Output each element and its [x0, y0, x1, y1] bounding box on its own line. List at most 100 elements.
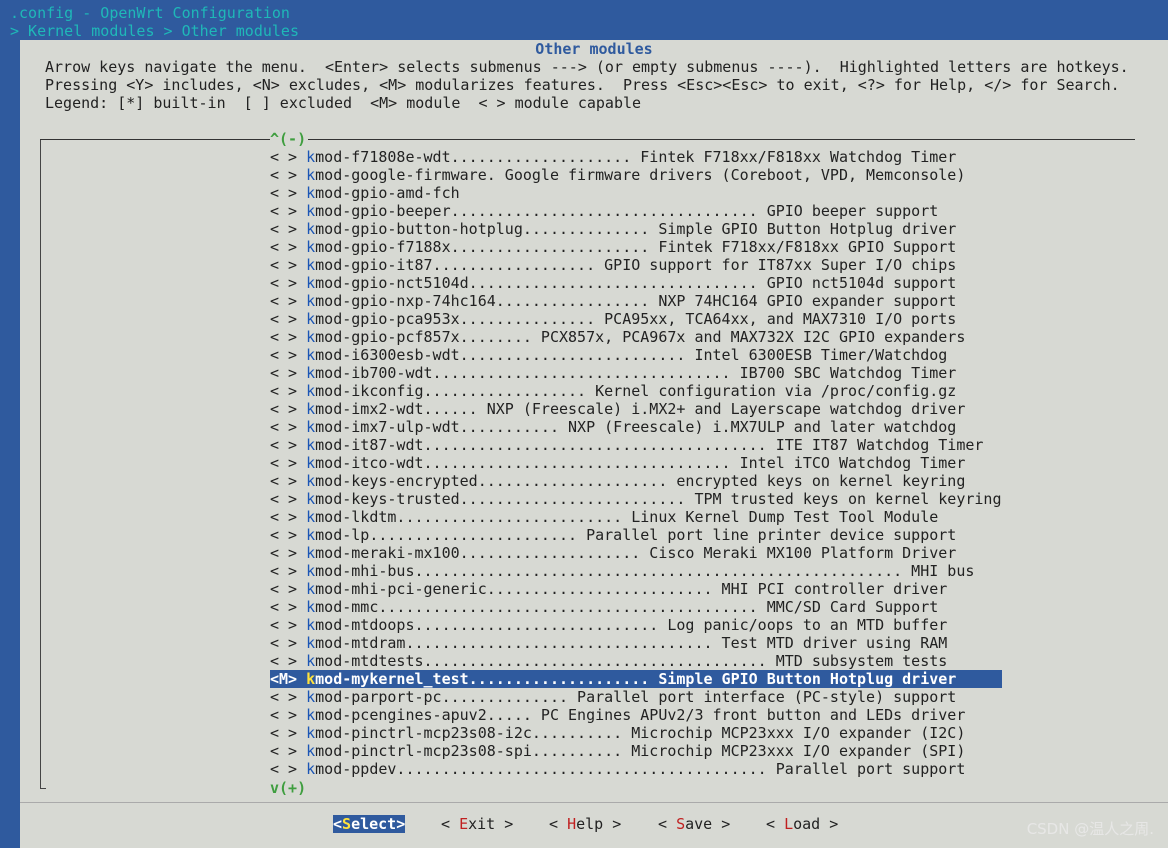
help-button[interactable]: < Help > [549, 815, 621, 833]
config-dialog: Other modules Arrow keys navigate the me… [20, 40, 1168, 848]
menu-item-label: mod-gpio-button-hotplug.............. Si… [315, 220, 957, 238]
module-state[interactable]: < > [270, 490, 297, 508]
menu-item-label: mod-keys-encrypted..................... … [315, 472, 966, 490]
menu-item-label: mod-it87-wdt............................… [315, 436, 984, 454]
menu-item[interactable]: < > kmod-gpio-it87.................. GPI… [270, 256, 1002, 274]
exit-button[interactable]: < Exit > [441, 815, 513, 833]
menu-item[interactable]: < > kmod-mtdram.........................… [270, 634, 1002, 652]
module-state[interactable]: < > [270, 688, 297, 706]
menu-item[interactable]: < > kmod-i6300esb-wdt...................… [270, 346, 1002, 364]
module-state[interactable]: < > [270, 652, 297, 670]
module-state[interactable]: <M> [270, 670, 297, 688]
module-state[interactable]: < > [270, 436, 297, 454]
module-state[interactable]: < > [270, 256, 297, 274]
menu-item[interactable]: < > kmod-pinctrl-mcp23s08-spi.......... … [270, 742, 1002, 760]
menu-item-label: mod-gpio-nxp-74hc164................. NX… [315, 292, 957, 310]
module-state[interactable]: < > [270, 274, 297, 292]
menu-item[interactable]: < > kmod-itco-wdt.......................… [270, 454, 1002, 472]
module-state[interactable]: < > [270, 328, 297, 346]
menu-item[interactable]: < > kmod-ib700-wdt......................… [270, 364, 1002, 382]
module-state[interactable]: < > [270, 724, 297, 742]
module-state[interactable]: < > [270, 760, 297, 778]
menu-item[interactable]: < > kmod-mhi-bus........................… [270, 562, 1002, 580]
menu-item-label: mod-mtdoops........................... L… [315, 616, 948, 634]
menu-item[interactable]: < > kmod-parport-pc.............. Parall… [270, 688, 1002, 706]
save-button[interactable]: < Save > [658, 815, 730, 833]
scroll-down-indicator[interactable]: v(+) [270, 779, 306, 797]
module-state[interactable]: < > [270, 292, 297, 310]
menu-item[interactable]: < > kmod-mtdtests.......................… [270, 652, 1002, 670]
module-state[interactable]: < > [270, 400, 297, 418]
menu-item[interactable]: < > kmod-it87-wdt.......................… [270, 436, 1002, 454]
menu-item[interactable]: < > kmod-gpio-button-hotplug............… [270, 220, 1002, 238]
hotkey-letter: k [306, 238, 316, 256]
menu-item[interactable]: < > kmod-gpio-nxp-74hc164...............… [270, 292, 1002, 310]
menu-item[interactable]: < > kmod-mmc............................… [270, 598, 1002, 616]
window-title: .config - OpenWrt Configuration [10, 4, 290, 22]
module-state[interactable]: < > [270, 418, 297, 436]
module-state[interactable]: < > [270, 598, 297, 616]
menu-item[interactable]: < > kmod-imx7-ulp-wdt........... NXP (Fr… [270, 418, 1002, 436]
module-state[interactable]: < > [270, 562, 297, 580]
dialog-title: Other modules [535, 40, 653, 58]
load-button[interactable]: < Load > [766, 815, 838, 833]
menu-item-label: mod-gpio-f7188x...................... Fi… [315, 238, 957, 256]
menu-item-label: mod-ib700-wdt...........................… [315, 364, 957, 382]
menu-item[interactable]: < > kmod-google-firmware. Google firmwar… [270, 166, 1002, 184]
menu-item[interactable]: < > kmod-f71808e-wdt....................… [270, 148, 1002, 166]
menu-list[interactable]: < > kmod-f71808e-wdt....................… [270, 148, 1002, 778]
menu-item[interactable]: < > kmod-meraki-mx100...................… [270, 544, 1002, 562]
menu-item[interactable]: < > kmod-pcengines-apuv2..... PC Engines… [270, 706, 1002, 724]
menu-item[interactable]: < > kmod-mhi-pci-generic................… [270, 580, 1002, 598]
hotkey-letter: k [306, 598, 316, 616]
menu-item[interactable]: < > kmod-keys-trusted...................… [270, 490, 1002, 508]
module-state[interactable]: < > [270, 706, 297, 724]
menu-item[interactable]: < > kmod-lkdtm......................... … [270, 508, 1002, 526]
module-state[interactable]: < > [270, 508, 297, 526]
menu-item[interactable]: < > kmod-gpio-f7188x....................… [270, 238, 1002, 256]
hotkey-letter: k [306, 580, 316, 598]
menu-item[interactable]: < > kmod-gpio-amd-fch [270, 184, 1002, 202]
menu-item-label: mod-gpio-it87.................. GPIO sup… [315, 256, 957, 274]
module-state[interactable]: < > [270, 580, 297, 598]
menu-item[interactable]: < > kmod-ppdev..........................… [270, 760, 1002, 778]
module-state[interactable]: < > [270, 634, 297, 652]
menu-item[interactable]: < > kmod-imx2-wdt...... NXP (Freescale) … [270, 400, 1002, 418]
menu-item-label: mod-gpio-pca953x............... PCA95xx,… [315, 310, 957, 328]
module-state[interactable]: < > [270, 148, 297, 166]
module-state[interactable]: < > [270, 526, 297, 544]
menu-item[interactable]: < > kmod-gpio-nct5104d..................… [270, 274, 1002, 292]
menu-item[interactable]: < > kmod-mtdoops........................… [270, 616, 1002, 634]
menu-item[interactable]: < > kmod-gpio-beeper....................… [270, 202, 1002, 220]
menu-item[interactable]: < > kmod-gpio-pcf857x........ PCX857x, P… [270, 328, 1002, 346]
module-state[interactable]: < > [270, 616, 297, 634]
module-state[interactable]: < > [270, 166, 297, 184]
module-state[interactable]: < > [270, 220, 297, 238]
module-state[interactable]: < > [270, 544, 297, 562]
module-state[interactable]: < > [270, 184, 297, 202]
menu-item-label: mod-f71808e-wdt.................... Fint… [315, 148, 957, 166]
module-state[interactable]: < > [270, 346, 297, 364]
module-state[interactable]: < > [270, 472, 297, 490]
help-line-2: Pressing <Y> includes, <N> excludes, <M>… [45, 76, 1120, 94]
module-state[interactable]: < > [270, 382, 297, 400]
menu-item[interactable]: < > kmod-keys-encrypted.................… [270, 472, 1002, 490]
hotkey-letter: k [306, 166, 316, 184]
legend-line: Legend: [*] built-in [ ] excluded <M> mo… [45, 94, 642, 112]
hotkey-letter: k [306, 436, 316, 454]
module-state[interactable]: < > [270, 742, 297, 760]
menu-item[interactable]: < > kmod-lp....................... Paral… [270, 526, 1002, 544]
menu-item[interactable]: < > kmod-pinctrl-mcp23s08-i2c.......... … [270, 724, 1002, 742]
module-state[interactable]: < > [270, 364, 297, 382]
menu-item[interactable]: < > kmod-gpio-pca953x............... PCA… [270, 310, 1002, 328]
hotkey-letter: k [306, 256, 316, 274]
module-state[interactable]: < > [270, 454, 297, 472]
module-state[interactable]: < > [270, 238, 297, 256]
scroll-up-indicator[interactable]: ^(-) [270, 130, 306, 148]
menu-item-label: mod-itco-wdt............................… [315, 454, 966, 472]
module-state[interactable]: < > [270, 202, 297, 220]
menu-item[interactable]: <M> kmod-mykernel_test..................… [270, 670, 1002, 688]
menu-item[interactable]: < > kmod-ikconfig.................. Kern… [270, 382, 1002, 400]
select-button[interactable]: <Select> [333, 815, 406, 833]
module-state[interactable]: < > [270, 310, 297, 328]
